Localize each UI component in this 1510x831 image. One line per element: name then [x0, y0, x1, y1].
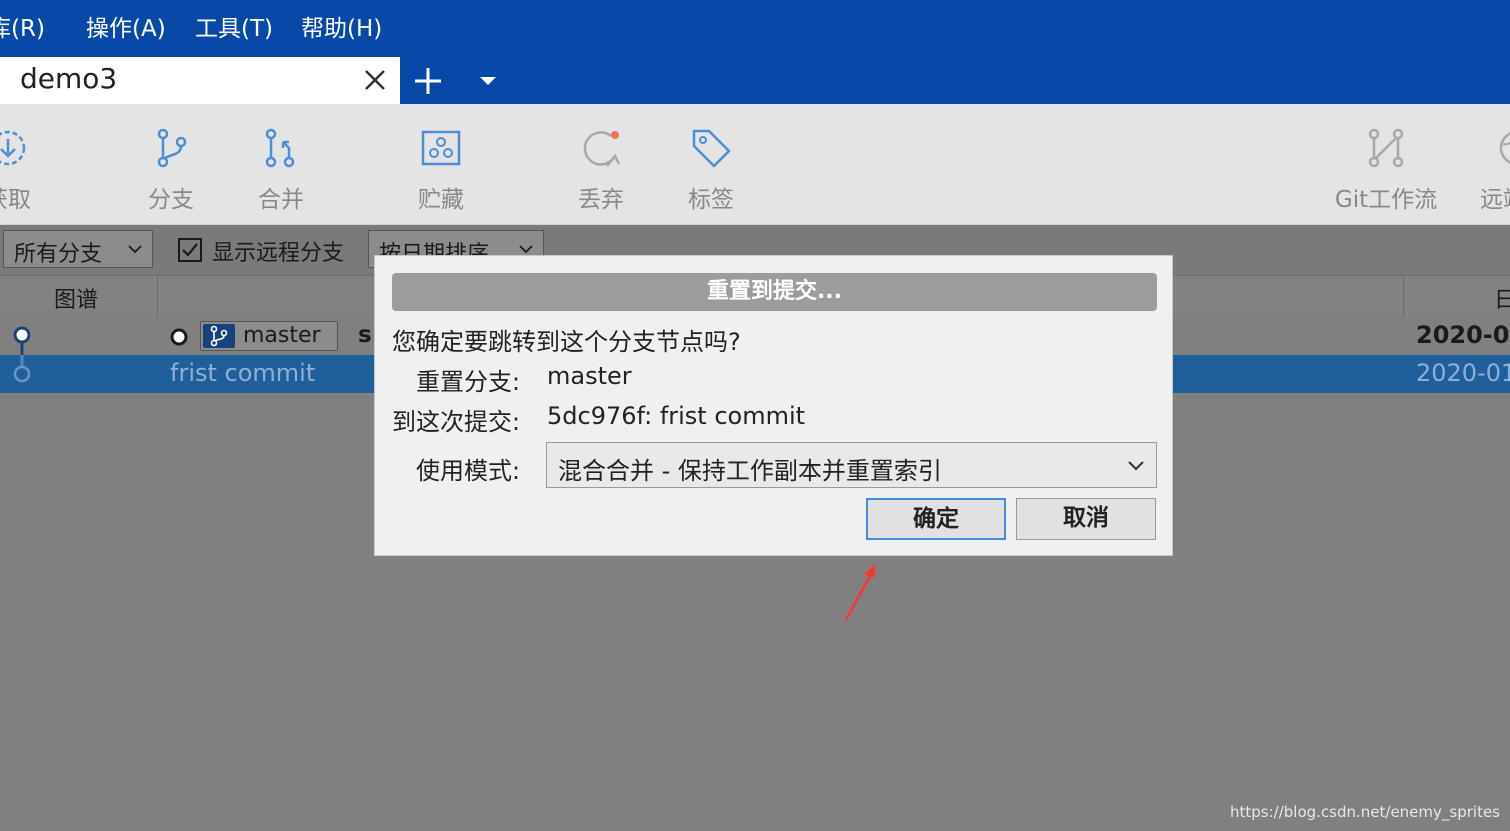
- column-separator[interactable]: [1403, 276, 1404, 318]
- watermark: https://blog.csdn.net/enemy_sprites: [1230, 803, 1500, 821]
- fetch-label: 获取: [0, 187, 31, 213]
- discard-icon: [583, 131, 621, 167]
- remote-label: 远端: [1480, 187, 1510, 213]
- head-marker-icon: [170, 328, 188, 346]
- remote-button[interactable]: 远端: [1476, 104, 1510, 224]
- graph-node-icon: [13, 355, 31, 383]
- add-tab-icon[interactable]: [410, 65, 446, 97]
- stash-label: 贮藏: [418, 187, 464, 213]
- menu-tools[interactable]: 工具(T): [195, 9, 273, 43]
- branch-icon: [203, 324, 235, 348]
- commit-message: frist commit: [170, 359, 316, 387]
- branch-tag-label: master: [243, 323, 321, 348]
- discard-label: 丢弃: [578, 187, 624, 213]
- branch-label: 分支: [148, 187, 194, 213]
- commit-message: s: [358, 322, 372, 348]
- graph-column-header[interactable]: 图谱: [54, 282, 98, 314]
- annotation-arrow-icon: [844, 564, 876, 621]
- branch-value: master: [547, 362, 632, 390]
- merge-icon: [265, 128, 295, 168]
- stash-icon: [421, 130, 461, 166]
- chevron-down-icon[interactable]: [478, 75, 498, 87]
- branch-tag[interactable]: master: [200, 321, 338, 351]
- commit-date: 2020-01: [1416, 359, 1510, 387]
- branch-icon: [157, 128, 187, 168]
- git-flow-button[interactable]: Git工作流: [1330, 104, 1442, 224]
- commit-date: 2020-01: [1416, 321, 1510, 349]
- merge-button[interactable]: 合并: [240, 104, 322, 224]
- close-icon[interactable]: [360, 65, 390, 95]
- menu-bar: 库(R) 操作(A) 工具(T) 帮助(H): [0, 0, 1510, 57]
- tab-demo3[interactable]: demo3: [0, 57, 400, 104]
- reset-to-commit-dialog: 重置到提交... 您确定要跳转到这个分支节点吗? 重置分支: master 到这…: [374, 255, 1173, 556]
- reset-mode-value: 混合合并 - 保持工作副本并重置索引: [558, 457, 942, 485]
- checkmark-icon: [182, 243, 198, 257]
- toolbar: 获取 分支 合并 贮藏 丢弃: [0, 104, 1510, 225]
- download-icon: [0, 130, 26, 166]
- branch-label: 重置分支:: [416, 368, 521, 396]
- reset-mode-select[interactable]: 混合合并 - 保持工作副本并重置索引: [546, 442, 1157, 488]
- chevron-down-icon: [128, 245, 142, 254]
- git-flow-label: Git工作流: [1334, 187, 1438, 213]
- tag-label: 标签: [688, 187, 734, 213]
- dialog-title: 重置到提交...: [392, 273, 1157, 311]
- merge-label: 合并: [258, 187, 304, 213]
- tag-button[interactable]: 标签: [670, 104, 752, 224]
- branch-button[interactable]: 分支: [130, 104, 212, 224]
- menu-repository[interactable]: 库(R): [0, 9, 45, 43]
- ok-button[interactable]: 确定: [866, 498, 1006, 540]
- stash-button[interactable]: 贮藏: [400, 104, 482, 224]
- tab-label: demo3: [20, 62, 118, 95]
- tab-bar: demo3: [0, 57, 1510, 104]
- mode-label: 使用模式:: [416, 457, 521, 485]
- discard-button[interactable]: 丢弃: [560, 104, 642, 224]
- chevron-down-icon: [519, 245, 533, 254]
- dialog-question: 您确定要跳转到这个分支节点吗?: [392, 328, 741, 356]
- column-separator[interactable]: [157, 276, 158, 318]
- branch-filter-value: 所有分支: [14, 242, 103, 267]
- menu-help[interactable]: 帮助(H): [301, 9, 382, 43]
- tag-icon: [692, 129, 731, 168]
- show-remote-label: 显示远程分支: [212, 241, 345, 266]
- chevron-down-icon: [1128, 461, 1144, 471]
- commit-label: 到这次提交:: [392, 408, 521, 436]
- git-flow-icon: [1368, 128, 1404, 168]
- cancel-button[interactable]: 取消: [1016, 498, 1156, 540]
- graph-node-icon: [13, 326, 31, 355]
- fetch-button[interactable]: 获取: [0, 104, 50, 224]
- date-column-header[interactable]: 日: [1494, 282, 1510, 314]
- branch-filter-select[interactable]: 所有分支: [3, 230, 153, 268]
- menu-actions[interactable]: 操作(A): [86, 9, 166, 43]
- globe-icon: [1499, 132, 1510, 164]
- show-remote-checkbox[interactable]: [178, 238, 202, 262]
- commit-value: 5dc976f: frist commit: [547, 402, 806, 430]
